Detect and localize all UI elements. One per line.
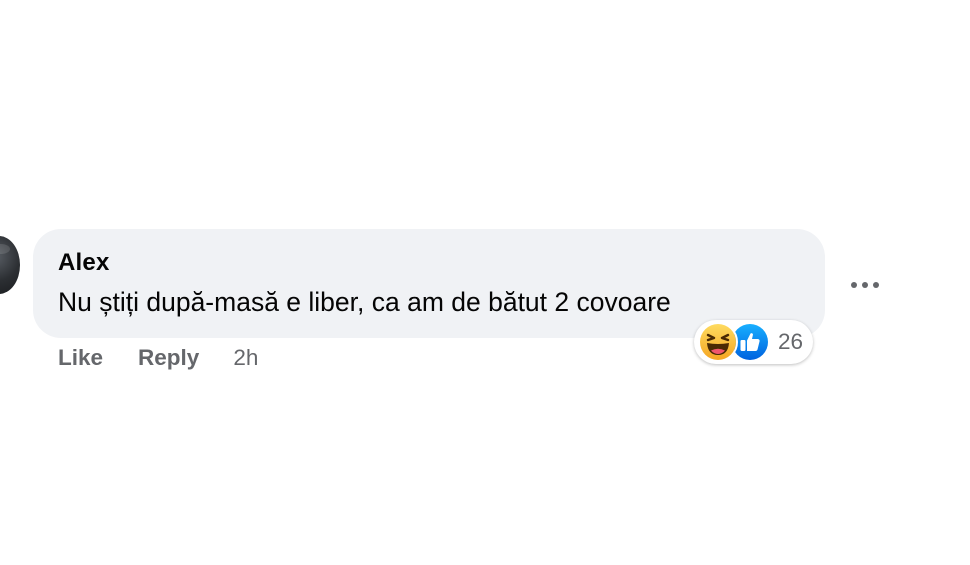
comment-thread: Alex Nu știți după-masă e liber, ca am d… — [0, 0, 970, 565]
comment-actions: Like Reply 2h — [58, 343, 258, 373]
comment-timestamp[interactable]: 2h — [233, 345, 258, 371]
more-options-button[interactable] — [848, 272, 882, 298]
comment-text: Nu știți după-masă e liber, ca am de băt… — [58, 287, 671, 317]
haha-reaction-icon — [698, 322, 738, 362]
reply-button[interactable]: Reply — [138, 345, 199, 371]
comment-author-name[interactable]: Alex — [58, 249, 110, 277]
reaction-count: 26 — [778, 329, 804, 354]
like-button[interactable]: Like — [58, 345, 103, 371]
more-options-icon — [851, 282, 879, 288]
avatar-highlight — [0, 244, 10, 254]
reactions-summary[interactable]: 26 — [694, 320, 814, 364]
avatar[interactable] — [0, 236, 20, 294]
